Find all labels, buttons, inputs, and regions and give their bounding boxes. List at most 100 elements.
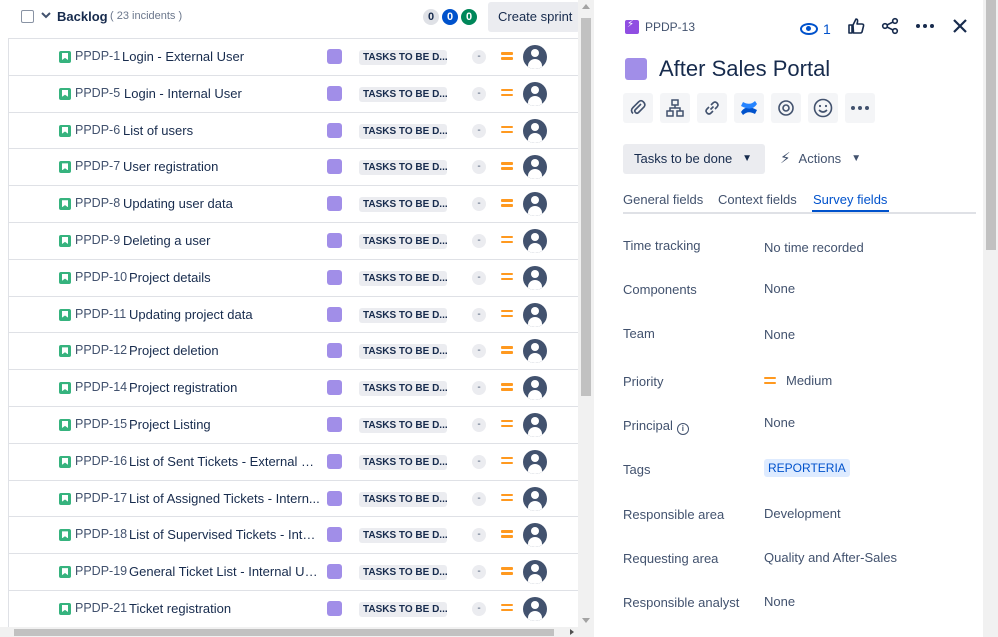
issue-summary[interactable]: Project deletion	[129, 343, 321, 358]
actions-dropdown[interactable]: ⚡ Actions ▼	[780, 144, 861, 174]
status-lozenge[interactable]: TASKS TO BE D...	[359, 565, 447, 581]
detail-vertical-scrollbar[interactable]	[983, 0, 998, 637]
backlog-row[interactable]: PPDP-18 List of Supervised Tickets - Inte…	[9, 517, 578, 555]
like-icon[interactable]	[847, 17, 865, 42]
epic-icon[interactable]	[327, 159, 342, 175]
status-lozenge[interactable]: TASKS TO BE D...	[359, 381, 447, 397]
field-value-tags[interactable]: REPORTERIA	[764, 459, 850, 477]
issue-summary[interactable]: List of users	[123, 123, 321, 138]
backlog-row[interactable]: PPDP-8 Updating user data TASKS TO BE D...…	[9, 186, 578, 223]
field-value-requesting-area[interactable]: Quality and After-Sales	[764, 550, 897, 565]
epic-icon[interactable]	[327, 343, 342, 359]
backlog-row[interactable]: PPDP-15 Project Listing TASKS TO BE D... -	[9, 407, 578, 444]
avatar-icon[interactable]	[523, 449, 547, 474]
estimate-badge[interactable]: -	[472, 160, 486, 175]
backlog-row[interactable]: PPDP-12 Project deletion TASKS TO BE D... -	[9, 333, 578, 371]
estimate-badge[interactable]: -	[472, 307, 486, 322]
status-lozenge[interactable]: TASKS TO BE D...	[359, 50, 447, 65]
issue-title[interactable]: After Sales Portal	[659, 56, 830, 82]
epic-icon[interactable]	[327, 600, 342, 616]
issue-key[interactable]: PPDP-7	[75, 159, 120, 173]
issue-summary[interactable]: Updating user data	[123, 196, 321, 211]
watch-button[interactable]: 1	[800, 21, 831, 37]
close-icon[interactable]	[951, 17, 969, 42]
avatar-icon[interactable]	[523, 376, 547, 401]
issue-key[interactable]: PPDP-5	[75, 86, 120, 100]
backlog-row[interactable]: PPDP-5 Login - Internal User TASKS TO BE D…	[9, 76, 578, 113]
field-value-team[interactable]: None	[764, 327, 795, 342]
attachment-icon[interactable]	[623, 93, 653, 123]
field-value-responsible-analyst[interactable]: None	[764, 594, 795, 609]
estimate-badge[interactable]: -	[472, 491, 486, 506]
estimate-badge[interactable]: -	[472, 601, 486, 616]
avatar-icon[interactable]	[523, 596, 547, 621]
backlog-row[interactable]: PPDP-1 Login - External User TASKS TO BE D…	[9, 39, 578, 76]
scroll-up-icon[interactable]	[582, 4, 590, 9]
issue-summary[interactable]: List of Assigned Tickets - Intern...	[129, 491, 321, 506]
status-lozenge[interactable]: TASKS TO BE D...	[359, 86, 447, 102]
field-value-components[interactable]: None	[764, 281, 795, 296]
tab-context-fields[interactable]: Context fields	[718, 192, 797, 207]
epic-icon[interactable]	[327, 564, 342, 580]
issue-key[interactable]: PPDP-18	[75, 527, 127, 541]
issue-summary[interactable]: List of Sent Tickets - External Us...	[129, 454, 321, 469]
status-lozenge[interactable]: TASKS TO BE D...	[359, 528, 447, 544]
backlog-row[interactable]: PPDP-19 General Ticket List - Internal Us…	[9, 554, 578, 591]
status-lozenge[interactable]: TASKS TO BE D...	[359, 197, 447, 213]
confluence-icon[interactable]	[734, 93, 764, 123]
chevron-down-icon[interactable]	[40, 9, 52, 21]
epic-icon[interactable]	[327, 85, 342, 101]
backlog-row[interactable]: PPDP-11 Updating project data TASKS TO BE …	[9, 297, 578, 334]
issue-key[interactable]: PPDP-21	[75, 601, 127, 615]
issue-summary[interactable]: Project registration	[129, 380, 321, 395]
avatar-icon[interactable]	[523, 81, 547, 106]
epic-icon[interactable]	[327, 306, 342, 322]
scrollbar-thumb[interactable]	[14, 629, 554, 636]
avatar-icon[interactable]	[523, 45, 547, 69]
backlog-row[interactable]: PPDP-9 Deleting a user TASKS TO BE D... -	[9, 223, 578, 260]
status-lozenge[interactable]: TASKS TO BE D...	[359, 454, 447, 470]
estimate-badge[interactable]: -	[472, 565, 486, 580]
issue-key[interactable]: PPDP-11	[75, 307, 126, 321]
scroll-down-icon[interactable]	[582, 618, 590, 623]
estimate-badge[interactable]: -	[472, 344, 486, 359]
issue-key[interactable]: PPDP-8	[75, 196, 120, 210]
estimate-badge[interactable]: -	[472, 86, 486, 101]
field-value-time-tracking[interactable]: No time recorded	[764, 240, 864, 255]
issue-summary[interactable]: Login - Internal User	[124, 86, 321, 101]
epic-icon[interactable]	[327, 232, 342, 248]
issue-summary[interactable]: Login - External User	[122, 49, 321, 64]
issue-summary[interactable]: Updating project data	[129, 307, 321, 322]
scroll-right-icon[interactable]	[570, 629, 574, 635]
epic-icon[interactable]	[327, 196, 342, 212]
avatar-icon[interactable]	[523, 523, 547, 548]
backlog-row[interactable]: PPDP-10 Project details TASKS TO BE D... -	[9, 260, 578, 297]
issue-summary[interactable]: Project details	[129, 270, 321, 285]
avatar-icon[interactable]	[523, 486, 547, 511]
estimate-badge[interactable]: -	[472, 528, 486, 543]
avatar-icon[interactable]	[523, 302, 547, 327]
status-lozenge[interactable]: TASKS TO BE D...	[359, 233, 447, 249]
backlog-vertical-scrollbar[interactable]	[578, 0, 594, 637]
backlog-row[interactable]: PPDP-21 Ticket registration TASKS TO BE D.…	[9, 591, 578, 628]
epic-icon[interactable]	[327, 416, 342, 432]
issue-key[interactable]: PPDP-12	[75, 343, 127, 357]
epic-icon[interactable]	[327, 380, 342, 396]
epic-icon[interactable]	[327, 527, 342, 543]
target-icon[interactable]	[771, 93, 801, 123]
issue-key[interactable]: PPDP-16	[75, 454, 127, 468]
field-value-priority[interactable]: Medium	[764, 373, 832, 388]
avatar-icon[interactable]	[523, 265, 547, 290]
backlog-row[interactable]: PPDP-14 Project registration TASKS TO BE D…	[9, 370, 578, 407]
issue-summary[interactable]: General Ticket List - Internal Us...	[129, 564, 321, 579]
status-lozenge[interactable]: TASKS TO BE D...	[359, 491, 447, 507]
status-lozenge[interactable]: TASKS TO BE D...	[359, 270, 447, 286]
status-lozenge[interactable]: TASKS TO BE D...	[359, 307, 447, 323]
backlog-horizontal-scrollbar[interactable]	[0, 627, 578, 637]
info-icon[interactable]: i	[676, 423, 689, 435]
tab-survey-fields[interactable]: Survey fields	[813, 192, 887, 207]
select-all-checkbox[interactable]	[21, 10, 34, 23]
issue-key[interactable]: PPDP-1	[75, 49, 120, 63]
issue-summary[interactable]: List of Supervised Tickets - Inter...	[129, 527, 321, 542]
emoji-icon[interactable]	[808, 93, 838, 123]
